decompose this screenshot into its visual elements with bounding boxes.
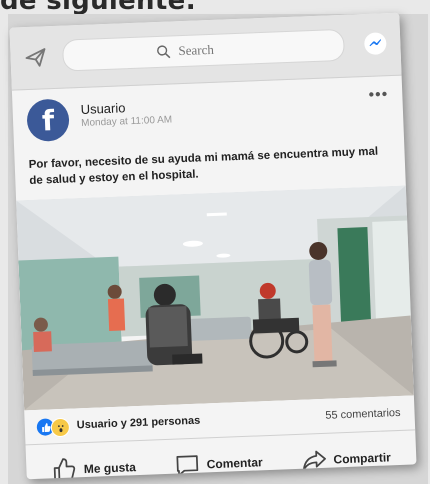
reactions-summary[interactable]: Usuario y 291 personas xyxy=(77,415,201,432)
post-author[interactable]: Usuario xyxy=(80,100,125,117)
reaction-icons[interactable] xyxy=(36,417,71,438)
comment-label: Comentar xyxy=(206,455,263,472)
avatar[interactable]: f xyxy=(26,98,70,143)
send-icon[interactable] xyxy=(24,46,47,69)
like-label: Me gusta xyxy=(83,460,137,477)
messenger-icon[interactable] xyxy=(363,32,387,56)
phone-card: f Usuario Monday at 11:00 AM ••• Por fav… xyxy=(9,12,417,480)
post-photo[interactable] xyxy=(16,185,414,411)
comments-count[interactable]: 55 comentarios xyxy=(325,407,401,422)
share-label: Compartir xyxy=(333,450,392,467)
post-timestamp: Monday at 11:00 AM xyxy=(80,114,173,129)
search-icon xyxy=(157,45,171,59)
thumbs-up-icon xyxy=(54,458,76,480)
search-bar[interactable] xyxy=(61,28,345,72)
more-options-icon[interactable]: ••• xyxy=(368,86,388,105)
wow-reaction-icon xyxy=(50,417,71,438)
like-button[interactable]: Me gusta xyxy=(51,454,137,480)
search-input[interactable] xyxy=(176,39,251,61)
